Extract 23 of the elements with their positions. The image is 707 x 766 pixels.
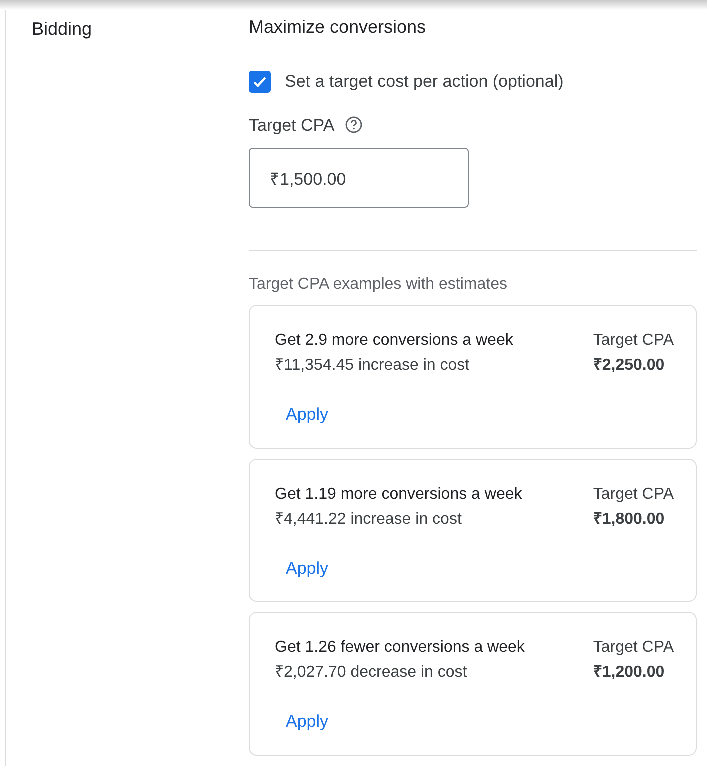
cpa-value: ₹2,250.00	[593, 356, 666, 376]
strategy-title: Maximize conversions	[249, 16, 428, 39]
section-label: Bidding	[32, 19, 92, 39]
cost-change: ₹4,441.22 increase in cost	[275, 510, 463, 530]
checkbox-label: Set a target cost per action (optional)	[285, 71, 564, 93]
cpa-label: Target CPA	[593, 331, 674, 351]
cpa-value: ₹1,200.00	[593, 663, 666, 683]
field-label: Target CPA	[249, 114, 335, 136]
cpa-label: Target CPA	[593, 484, 674, 504]
cpa-label: Target CPA	[593, 638, 674, 658]
cost-change: ₹11,354.45 increase in cost	[275, 356, 471, 376]
apply-button[interactable]: Apply	[275, 550, 340, 587]
apply-button[interactable]: Apply	[275, 396, 340, 434]
examples-heading: Target CPA examples with estimates	[249, 275, 508, 295]
estimate-title: Get 2.9 more conversions a week	[275, 331, 514, 351]
help-icon[interactable]	[344, 116, 363, 134]
estimate-title: Get 1.26 fewer conversions a week	[275, 638, 526, 658]
cpa-value: ₹1,800.00	[593, 510, 666, 530]
cost-change: ₹2,027.70 decrease in cost	[275, 663, 468, 683]
estimate-title: Get 1.19 more conversions a week	[275, 484, 524, 504]
apply-button[interactable]: Apply	[275, 703, 340, 740]
checkbox[interactable]	[249, 70, 271, 93]
target-cpa-field[interactable]: ₹1,500.00	[249, 148, 469, 208]
